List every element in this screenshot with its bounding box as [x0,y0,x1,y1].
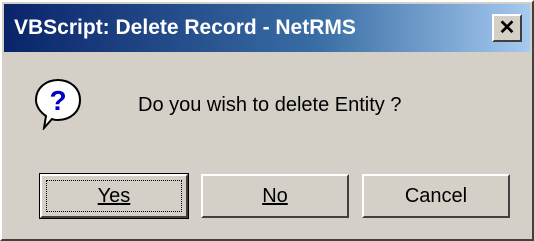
cancel-button[interactable]: Cancel [362,174,510,218]
svg-text:?: ? [49,85,66,116]
close-button[interactable]: ✕ [492,14,522,42]
dialog-message: Do you wish to delete Entity ? [138,94,402,116]
question-icon: ? [34,78,82,130]
no-button[interactable]: No [201,174,349,218]
no-button-label: No [262,184,288,207]
cancel-button-label: Cancel [404,184,468,207]
message-dialog: VBScript: Delete Record - NetRMS ✕ ? Do … [0,0,534,241]
title-bar[interactable]: VBScript: Delete Record - NetRMS ✕ [4,4,530,52]
close-icon: ✕ [498,17,516,39]
window-title: VBScript: Delete Record - NetRMS [14,16,356,39]
focus-rectangle [46,180,182,212]
yes-button[interactable]: Yes [39,173,189,219]
